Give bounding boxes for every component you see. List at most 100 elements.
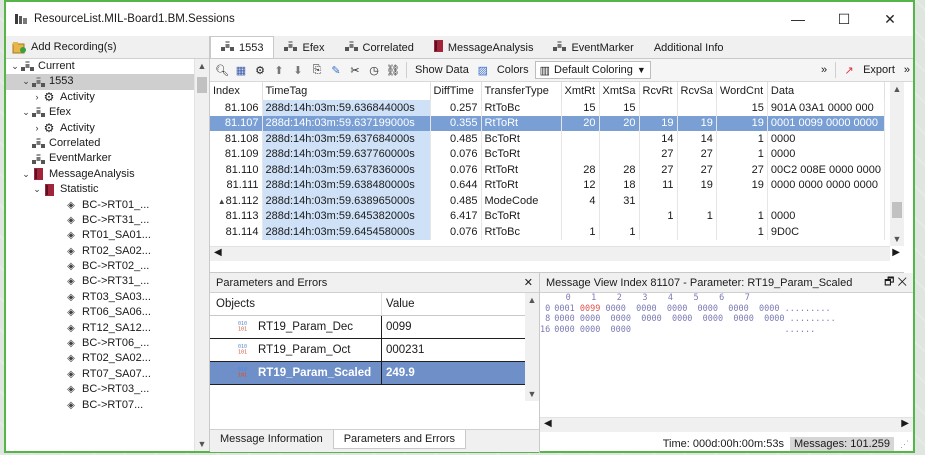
column-header[interactable]: TransferType <box>481 82 562 100</box>
table-row[interactable]: 81.110 288d:14h:03m:59.637836000s 0.076 RtT… <box>210 162 886 178</box>
tree-node[interactable]: ◈ BC->RT03_... <box>6 382 195 397</box>
grid-hscrollbar[interactable]: ◀ ▶ <box>210 246 900 261</box>
tree-node[interactable]: ◈ RT01_SA01... <box>6 228 195 243</box>
table-row[interactable]: 81.113 288d:14h:03m:59.645382000s 6.417 BcT… <box>210 208 886 224</box>
tree-node[interactable]: ◈ BC->RT06_... <box>6 336 195 351</box>
scroll-right-arrow[interactable]: ▶ <box>892 247 900 258</box>
marker-icon[interactable]: ✎ <box>328 62 344 78</box>
tree-scroll-thumb[interactable] <box>197 77 207 93</box>
scroll-up-arrow[interactable]: ▲ <box>525 295 539 305</box>
toolbar-overflow-button[interactable]: » <box>818 64 830 76</box>
close-window-button[interactable]: ✕ <box>867 2 913 36</box>
column-value[interactable]: Value <box>382 293 525 315</box>
message-view-hscrollbar[interactable]: ◀ ▶ <box>540 417 913 432</box>
column-header[interactable]: DiffTime <box>430 82 482 100</box>
expand-chevron-icon[interactable]: › <box>32 121 42 136</box>
export-overflow-button[interactable]: » <box>901 64 913 76</box>
arrow-down-icon[interactable]: ⬇ <box>290 62 306 78</box>
expand-chevron-icon[interactable]: ⌄ <box>10 59 20 74</box>
show-data-button[interactable]: Show Data <box>412 64 472 76</box>
table-row[interactable]: 81.109 288d:14h:03m:59.637760000s 0.076 BcT… <box>210 146 886 162</box>
expand-chevron-icon[interactable]: ⌄ <box>21 74 31 89</box>
expand-chevron-icon[interactable]: ⌄ <box>21 105 31 120</box>
tree-node[interactable]: ◈ RT06_SA06... <box>6 305 195 320</box>
grid-vscrollbar[interactable]: ▲ ▼ <box>890 82 904 246</box>
table-row[interactable]: ▲81.112 288d:14h:03m:59.638965000s 0.485 Mo… <box>210 193 886 209</box>
export-button[interactable]: Export <box>860 64 898 76</box>
scroll-right-arrow[interactable]: ▶ <box>901 418 909 429</box>
grid-icon[interactable]: ▦ <box>233 62 249 78</box>
coloring-dropdown[interactable]: ▥ Default Coloring ▼ <box>534 61 651 79</box>
close-panel-button[interactable]: ✕ <box>524 276 533 289</box>
tree-scrollbar[interactable]: ▲ ▼ <box>194 59 209 451</box>
grid-scroll-thumb[interactable] <box>892 202 902 218</box>
column-header[interactable]: XmtRt <box>561 82 600 100</box>
tab-parameters-and-errors[interactable]: Parameters and Errors <box>332 430 466 449</box>
tree-node[interactable]: ◈ BC->RT31_... <box>6 274 195 289</box>
tree-node[interactable]: ◈ RT02_SA02... <box>6 351 195 366</box>
column-header[interactable]: RcvRt <box>639 82 678 100</box>
tree-node[interactable]: ◈ BC->RT31_... <box>6 213 195 228</box>
tree-node[interactable]: ◈ BC->RT02_... <box>6 259 195 274</box>
expand-chevron-icon[interactable]: ⌄ <box>21 167 31 182</box>
minimize-button[interactable]: — <box>775 2 821 36</box>
tree-node[interactable]: ◈ RT12_SA12... <box>6 321 195 336</box>
scroll-down-arrow[interactable]: ▼ <box>890 234 904 244</box>
parameter-row[interactable]: 010 101 RT19_Param_Scaled 249.9 <box>210 362 525 385</box>
tab-additional-info[interactable]: Additional Info <box>644 37 734 58</box>
title-bar[interactable]: ResourceList.MIL-Board1.BM.Sessions — ☐ … <box>6 2 913 36</box>
tab-message-information[interactable]: Message Information <box>210 430 333 448</box>
add-recording-button[interactable]: Add Recording(s) <box>6 36 209 59</box>
column-header[interactable]: Index <box>210 82 263 100</box>
tab-messageanalysis[interactable]: MessageAnalysis <box>424 37 544 58</box>
maximize-button[interactable]: ☐ <box>821 2 867 36</box>
scroll-left-arrow[interactable]: ◀ <box>214 247 222 258</box>
tree-node[interactable]: ◈ RT03_SA03... <box>6 290 195 305</box>
scroll-down-arrow[interactable]: ▼ <box>195 439 209 449</box>
tree-node[interactable]: EventMarker <box>6 151 195 166</box>
tree-node[interactable]: ◈ BC->RT07... <box>6 398 195 413</box>
table-row[interactable]: 81.111 288d:14h:03m:59.638480000s 0.644 RtT… <box>210 177 886 193</box>
tree-node[interactable]: ◈ RT02_SA02... <box>6 244 195 259</box>
table-row[interactable]: 81.106 288d:14h:03m:59.636844000s 0.257 RtT… <box>210 100 886 116</box>
remove-marker-icon[interactable]: ✂ <box>347 62 363 78</box>
tree-node[interactable]: › ⚙ Activity <box>6 121 195 136</box>
tab-1553[interactable]: 1553 <box>210 36 275 58</box>
float-panel-icon[interactable]: 🗗 <box>884 276 894 288</box>
column-objects[interactable]: Objects <box>210 293 382 315</box>
column-header[interactable]: TimeTag <box>262 82 431 100</box>
resize-grip-icon[interactable]: ⋰ <box>900 439 909 450</box>
expand-chevron-icon[interactable]: › <box>32 90 42 105</box>
table-row[interactable]: 81.108 288d:14h:03m:59.637684000s 0.485 BcT… <box>210 131 886 147</box>
filter-icon[interactable]: ⚙ <box>252 62 268 78</box>
tree-node[interactable]: ⌄ Efex <box>6 105 195 120</box>
link-icon[interactable]: ⛓ <box>385 62 401 78</box>
close-panel-button[interactable]: ✕ <box>897 276 907 288</box>
table-row[interactable]: 81.114 288d:14h:03m:59.645458000s 0.076 RtT… <box>210 224 886 240</box>
tab-eventmarker[interactable]: EventMarker <box>543 37 643 58</box>
tree-node[interactable]: ⌄ Statistic <box>6 182 195 197</box>
tree-node[interactable]: ◈ RT07_SA07... <box>6 367 195 382</box>
column-header[interactable]: Data <box>767 82 886 100</box>
tab-correlated[interactable]: Correlated <box>335 37 424 58</box>
tab-efex[interactable]: Efex <box>274 37 334 58</box>
tree-node[interactable]: ⌄ 1553 <box>6 74 195 90</box>
tree-node[interactable]: › ⚙ Activity <box>6 90 195 105</box>
column-header[interactable]: XmtSa <box>599 82 640 100</box>
scroll-left-arrow[interactable]: ◀ <box>544 418 552 429</box>
tree-node[interactable]: ◈ BC->RT01_... <box>6 198 195 213</box>
scroll-up-arrow[interactable]: ▲ <box>195 61 209 71</box>
scroll-up-arrow[interactable]: ▲ <box>890 84 904 94</box>
column-header[interactable]: RcvSa <box>677 82 717 100</box>
colors-button[interactable]: Colors <box>494 64 532 76</box>
scroll-down-arrow[interactable]: ▼ <box>525 389 539 399</box>
parameters-scrollbar[interactable]: ▲ ▼ <box>525 293 539 401</box>
tree-node[interactable]: Correlated <box>6 136 195 151</box>
column-header[interactable]: WordCnt <box>716 82 768 100</box>
parameter-row[interactable]: 010 101 RT19_Param_Dec 0099 <box>210 316 525 339</box>
bookmark-icon[interactable]: ⎘ <box>309 62 325 78</box>
tree-node[interactable]: ⌄ MessageAnalysis <box>6 167 195 182</box>
parameter-row[interactable]: 010 101 RT19_Param_Oct 000231 <box>210 339 525 362</box>
table-row[interactable]: 81.107 288d:14h:03m:59.637199000s 0.355 RtT… <box>210 115 886 131</box>
search-icon[interactable]: 🔍︎ <box>214 62 230 78</box>
